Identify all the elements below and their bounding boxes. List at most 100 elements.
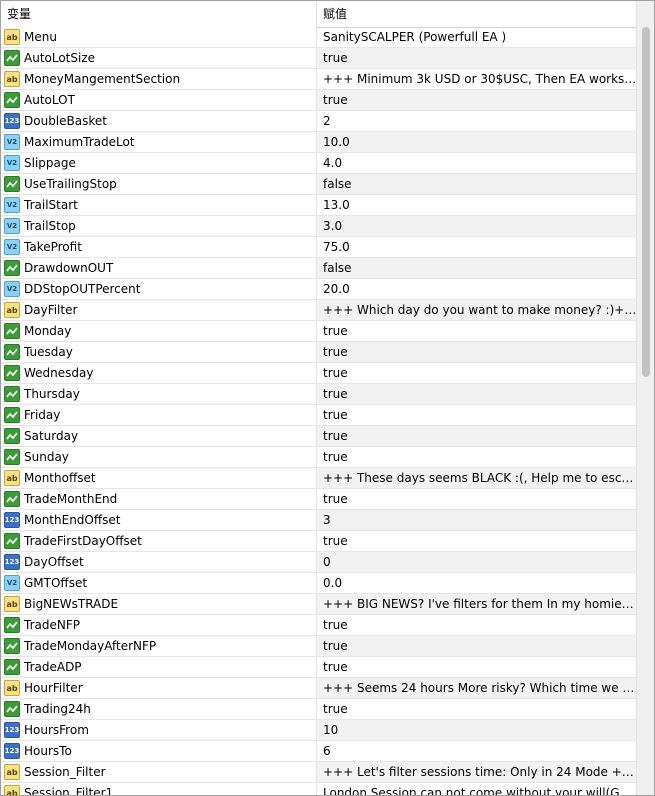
value-cell[interactable]: 6 [317,741,637,761]
value-cell[interactable]: 10.0 [317,132,637,152]
variable-name: DrawdownOUT [24,261,114,275]
value-cell[interactable]: true [317,699,637,719]
table-row[interactable]: UseTrailingStop false [1,174,637,195]
table-row[interactable]: V2 TakeProfit 75.0 [1,237,637,258]
value-cell[interactable]: 20.0 [317,279,637,299]
variable-cell: Friday [1,405,317,425]
value-cell[interactable]: true [317,489,637,509]
value-cell[interactable]: 75.0 [317,237,637,257]
value-cell[interactable]: +++ BIG NEWS? I've filters for them In m… [317,594,637,614]
value-cell[interactable]: true [317,384,637,404]
table-row[interactable]: V2 GMTOffset 0.0 [1,573,637,594]
vertical-scrollbar[interactable] [636,1,654,795]
bool-type-icon [4,386,20,402]
value-cell[interactable]: +++ Let's filter sessions time: Only in … [317,762,637,782]
value-cell[interactable]: false [317,174,637,194]
table-row[interactable]: 123 MonthEndOffset 3 [1,510,637,531]
table-row[interactable]: ab Session_Filter1 London Session can not … [1,783,637,795]
table-row[interactable]: ab MoneyMangementSection +++ Minimum 3k US… [1,69,637,90]
table-row[interactable]: ab Menu SanitySCALPER (Powerfull EA ) [1,27,637,48]
table-row[interactable]: DrawdownOUT false [1,258,637,279]
table-row[interactable]: 123 HoursTo 6 [1,741,637,762]
table-row[interactable]: Wednesday true [1,363,637,384]
value-cell[interactable]: true [317,615,637,635]
double-type-icon: V2 [4,155,20,171]
table-row[interactable]: 123 HoursFrom 10 [1,720,637,741]
value-cell[interactable]: +++ These days seems BLACK :(, Help me t… [317,468,637,488]
parameter-list: ab Menu SanitySCALPER (Powerfull EA ) AutoL… [1,27,637,795]
value-cell[interactable]: 13.0 [317,195,637,215]
table-row[interactable]: Thursday true [1,384,637,405]
value-cell[interactable]: 3.0 [317,216,637,236]
table-row[interactable]: Monday true [1,321,637,342]
table-row[interactable]: V2 TrailStop 3.0 [1,216,637,237]
table-row[interactable]: TradeNFP true [1,615,637,636]
table-row[interactable]: ab HourFilter +++ Seems 24 hours More risk… [1,678,637,699]
bool-type-icon [4,365,20,381]
value-cell[interactable]: true [317,48,637,68]
value-cell[interactable]: false [317,258,637,278]
column-header-value[interactable]: 赋值 [317,1,637,27]
value-cell[interactable]: true [317,321,637,341]
variable-cell: Monday [1,321,317,341]
variable-cell: 123 HoursTo [1,741,317,761]
value-cell[interactable]: true [317,636,637,656]
value-cell[interactable]: true [317,426,637,446]
table-row[interactable]: TradeMonthEnd true [1,489,637,510]
value-cell[interactable]: +++ Seems 24 hours More risky? Which tim… [317,678,637,698]
value-cell[interactable]: 2 [317,111,637,131]
table-row[interactable]: ab DayFilter +++ Which day do you want to… [1,300,637,321]
table-row[interactable]: ab Monthoffset +++ These days seems BLACK… [1,468,637,489]
table-row[interactable]: AutoLotSize true [1,48,637,69]
value-cell[interactable]: 0 [317,552,637,572]
variable-cell: 123 DoubleBasket [1,111,317,131]
value-cell[interactable]: 0.0 [317,573,637,593]
value-cell[interactable]: 10 [317,720,637,740]
variable-cell: Saturday [1,426,317,446]
table-row[interactable]: TradeFirstDayOffset true [1,531,637,552]
value-cell[interactable]: true [317,531,637,551]
variable-cell: TradeMondayAfterNFP [1,636,317,656]
table-row[interactable]: Saturday true [1,426,637,447]
variable-name: Slippage [24,156,76,170]
table-row[interactable]: 123 DayOffset 0 [1,552,637,573]
value-cell[interactable]: true [317,342,637,362]
value-cell[interactable]: +++ Minimum 3k USD or 30$USC, Then EA wo… [317,69,637,89]
bool-type-icon [4,617,20,633]
table-row[interactable]: V2 MaximumTradeLot 10.0 [1,132,637,153]
table-row[interactable]: Trading24h true [1,699,637,720]
value-cell[interactable]: +++ Which day do you want to make money?… [317,300,637,320]
variable-name: DoubleBasket [24,114,107,128]
value-cell[interactable]: true [317,405,637,425]
table-row[interactable]: V2 TrailStart 13.0 [1,195,637,216]
scrollbar-thumb[interactable] [642,27,650,377]
value-cell[interactable]: true [317,90,637,110]
value-cell[interactable]: 4.0 [317,153,637,173]
variable-name: DayFilter [24,303,78,317]
table-row[interactable]: 123 DoubleBasket 2 [1,111,637,132]
string-type-icon: ab [4,680,20,696]
value-cell[interactable]: true [317,447,637,467]
double-type-icon: V2 [4,239,20,255]
value-cell[interactable]: 3 [317,510,637,530]
variable-cell: V2 TakeProfit [1,237,317,257]
variable-name: TrailStop [24,219,76,233]
table-row[interactable]: V2 DDStopOUTPercent 20.0 [1,279,637,300]
table-row[interactable]: ab Session_Filter +++ Let's filter session… [1,762,637,783]
variable-cell: ab Menu [1,27,317,47]
table-row[interactable]: TradeMondayAfterNFP true [1,636,637,657]
table-row[interactable]: Sunday true [1,447,637,468]
variable-cell: ab BigNEWsTRADE [1,594,317,614]
value-cell[interactable]: London Session can not come without your… [317,783,637,795]
table-row[interactable]: ab BigNEWsTRADE +++ BIG NEWS? I've filter… [1,594,637,615]
value-cell[interactable]: true [317,363,637,383]
table-row[interactable]: AutoLOT true [1,90,637,111]
table-row[interactable]: V2 Slippage 4.0 [1,153,637,174]
value-cell[interactable]: SanitySCALPER (Powerfull EA ) [317,27,637,47]
bool-type-icon [4,323,20,339]
table-row[interactable]: Friday true [1,405,637,426]
value-cell[interactable]: true [317,657,637,677]
table-row[interactable]: TradeADP true [1,657,637,678]
column-header-variable[interactable]: 变量 [1,1,317,27]
table-row[interactable]: Tuesday true [1,342,637,363]
